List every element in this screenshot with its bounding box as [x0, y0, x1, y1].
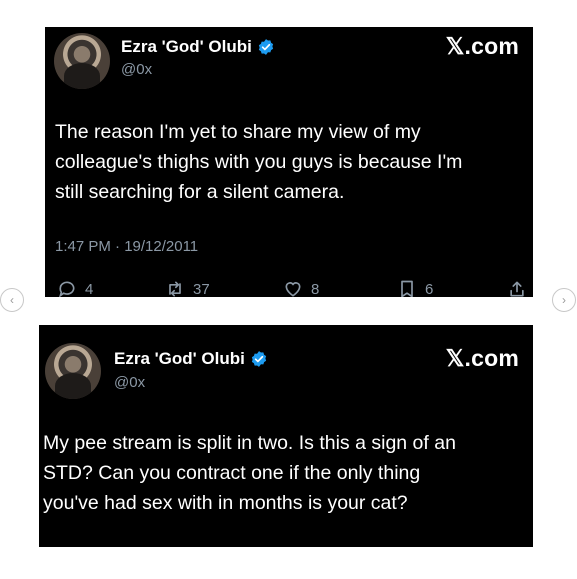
share-icon — [510, 281, 524, 297]
like-button[interactable]: 8 — [283, 279, 319, 297]
author-handle: @0x — [121, 61, 153, 78]
heart-icon — [285, 282, 301, 297]
tweet-text: The reason I'm yet to share my view of m… — [55, 117, 462, 207]
avatar[interactable] — [45, 343, 101, 399]
chevron-left-icon: ‹ — [10, 293, 14, 307]
x-brand-label: 𝕏.com — [445, 345, 519, 371]
repost-button[interactable]: 37 — [165, 279, 210, 297]
tweet-text-line: The reason I'm yet to share my view of m… — [55, 121, 421, 143]
repost-icon — [169, 281, 181, 297]
reply-icon — [59, 281, 75, 297]
tweet-card-2[interactable]: Ezra 'God' Olubi @0x 𝕏.com My pee stream… — [39, 325, 533, 547]
carousel-next-button[interactable]: › — [552, 288, 576, 312]
bookmark-count: 6 — [425, 280, 434, 298]
author-name[interactable]: Ezra 'God' Olubi — [121, 37, 252, 57]
x-brand-label: 𝕏.com — [445, 33, 519, 59]
repost-count: 37 — [193, 280, 210, 298]
avatar[interactable] — [54, 33, 110, 89]
tweet-timestamp[interactable]: 1:47 PM · 19/12/2011 — [55, 238, 198, 255]
tweet-text-line: colleague's thighs with you guys is beca… — [55, 151, 463, 173]
chevron-right-icon: › — [562, 293, 566, 307]
author-name[interactable]: Ezra 'God' Olubi — [114, 349, 245, 369]
verified-badge-icon — [251, 351, 266, 367]
share-button[interactable] — [507, 279, 533, 297]
carousel-prev-button[interactable]: ‹ — [0, 288, 24, 312]
like-count: 8 — [311, 280, 320, 298]
author-handle: @0x — [114, 374, 146, 391]
bookmark-button[interactable]: 6 — [397, 279, 433, 297]
tweet-text-line: still searching for a silent camera. — [55, 181, 345, 203]
reply-count: 4 — [85, 280, 94, 298]
tweet-text: My pee stream is split in two. Is this a… — [43, 428, 456, 518]
tweet-text-line: STD? Can you contract one if the only th… — [43, 462, 421, 484]
tweet-text-line: you've had sex with in months is your ca… — [43, 492, 408, 514]
tweet-text-line: My pee stream is split in two. Is this a… — [43, 432, 456, 454]
verified-badge-icon — [258, 39, 273, 55]
tweet-card-1[interactable]: Ezra 'God' Olubi @0x 𝕏.com The reason I'… — [45, 27, 533, 297]
reply-button[interactable]: 4 — [57, 279, 93, 297]
bookmark-icon — [401, 280, 413, 297]
